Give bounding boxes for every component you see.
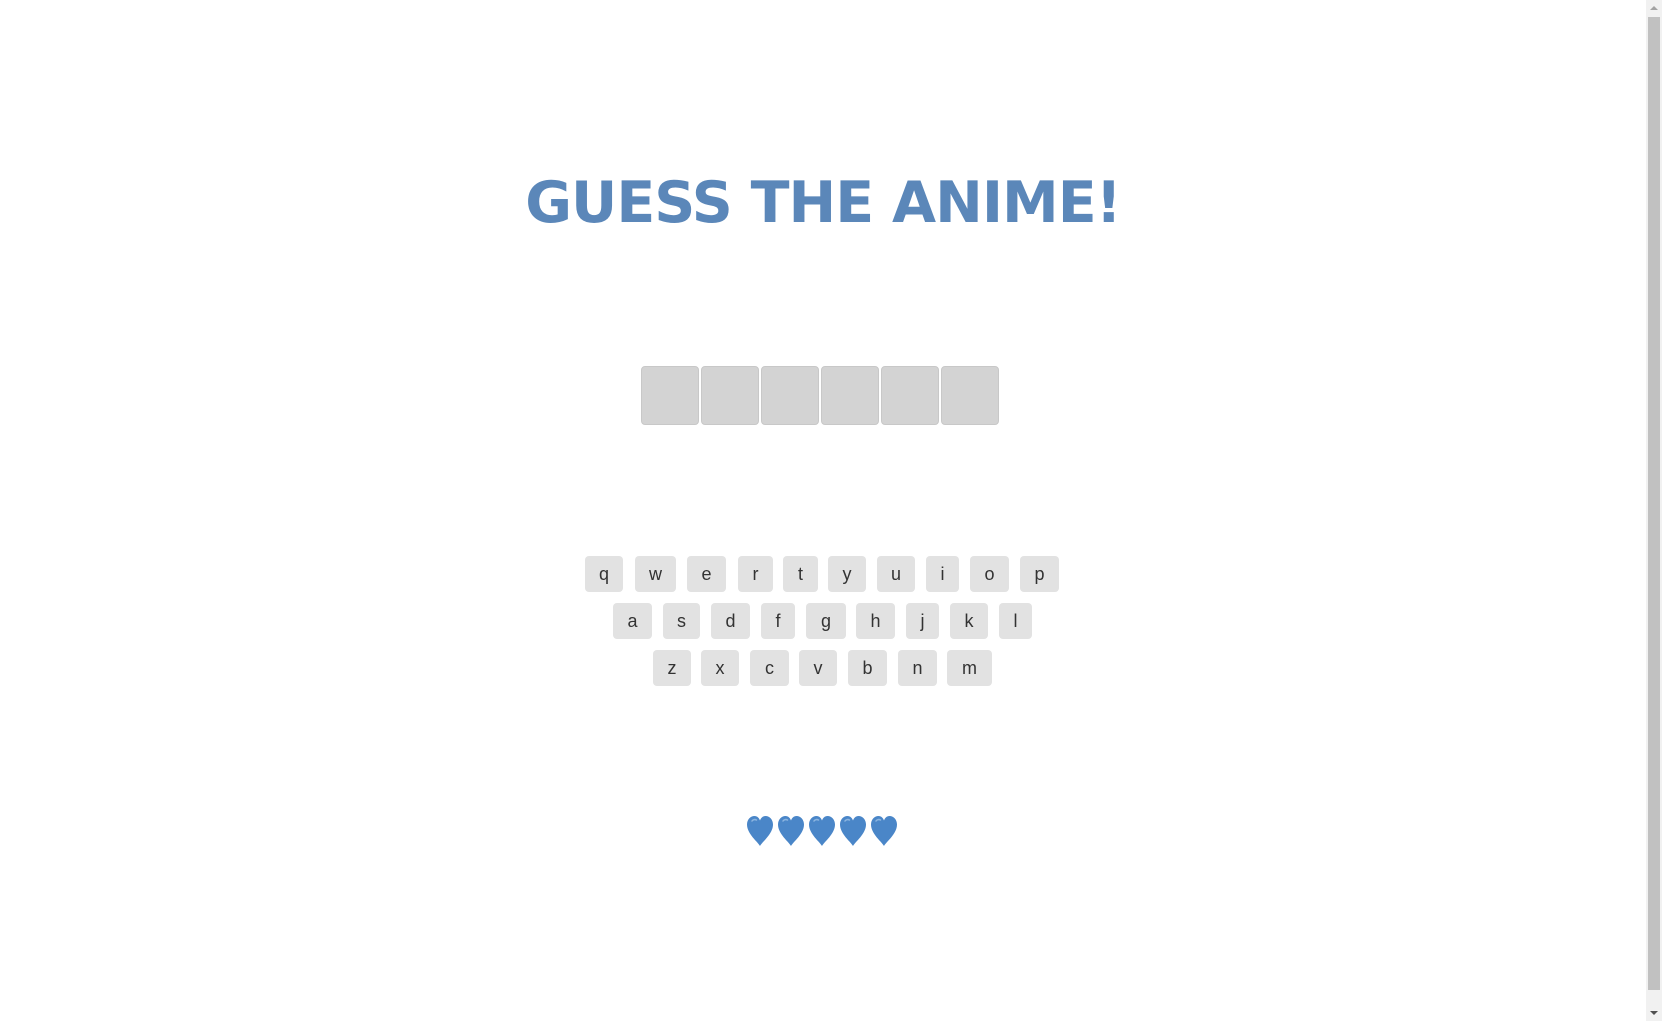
key-g[interactable]: g	[806, 603, 846, 639]
key-n[interactable]: n	[898, 650, 937, 686]
key-z[interactable]: z	[653, 650, 691, 686]
heart-icon	[747, 816, 773, 846]
key-o[interactable]: o	[970, 556, 1009, 592]
key-u[interactable]: u	[877, 556, 915, 592]
key-k[interactable]: k	[950, 603, 988, 639]
keyboard-row-1: qwertyuiop	[0, 556, 1646, 603]
scroll-up-arrow-icon[interactable]	[1646, 0, 1662, 16]
key-w[interactable]: w	[635, 556, 676, 592]
on-screen-keyboard: qwertyuiop asdfghjkl zxcvbnm	[0, 556, 1646, 697]
key-p[interactable]: p	[1020, 556, 1059, 592]
page-title: GUESS THE ANIME!	[525, 170, 1121, 236]
key-m[interactable]: m	[947, 650, 992, 686]
heart-icon	[778, 816, 804, 846]
key-b[interactable]: b	[848, 650, 887, 686]
letter-slot	[881, 366, 939, 425]
key-h[interactable]: h	[856, 603, 895, 639]
heart-icon	[840, 816, 866, 846]
keyboard-row-2: asdfghjkl	[0, 603, 1646, 650]
key-q[interactable]: q	[585, 556, 623, 592]
key-v[interactable]: v	[799, 650, 837, 686]
key-y[interactable]: y	[828, 556, 866, 592]
scrollbar-thumb[interactable]	[1648, 17, 1660, 990]
key-i[interactable]: i	[926, 556, 959, 592]
key-l[interactable]: l	[999, 603, 1032, 639]
key-s[interactable]: s	[663, 603, 700, 639]
key-c[interactable]: c	[750, 650, 789, 686]
heart-icon	[871, 816, 897, 846]
letter-slot	[761, 366, 819, 425]
letter-slot	[821, 366, 879, 425]
key-r[interactable]: r	[738, 556, 773, 592]
letter-slot	[641, 366, 699, 425]
key-a[interactable]: a	[613, 603, 652, 639]
game-page: GUESS THE ANIME! qwertyuiop asdfghjkl zx…	[0, 0, 1646, 1021]
key-j[interactable]: j	[906, 603, 939, 639]
key-t[interactable]: t	[783, 556, 818, 592]
lives-display	[745, 814, 899, 848]
letter-slot	[941, 366, 999, 425]
keyboard-row-3: zxcvbnm	[0, 650, 1646, 697]
key-x[interactable]: x	[701, 650, 739, 686]
key-f[interactable]: f	[761, 603, 795, 639]
word-slots	[641, 366, 999, 425]
letter-slot	[701, 366, 759, 425]
key-d[interactable]: d	[711, 603, 750, 639]
scroll-down-arrow-icon[interactable]	[1646, 1005, 1662, 1021]
heart-icon	[809, 816, 835, 846]
key-e[interactable]: e	[687, 556, 726, 592]
vertical-scrollbar[interactable]	[1646, 0, 1662, 1021]
